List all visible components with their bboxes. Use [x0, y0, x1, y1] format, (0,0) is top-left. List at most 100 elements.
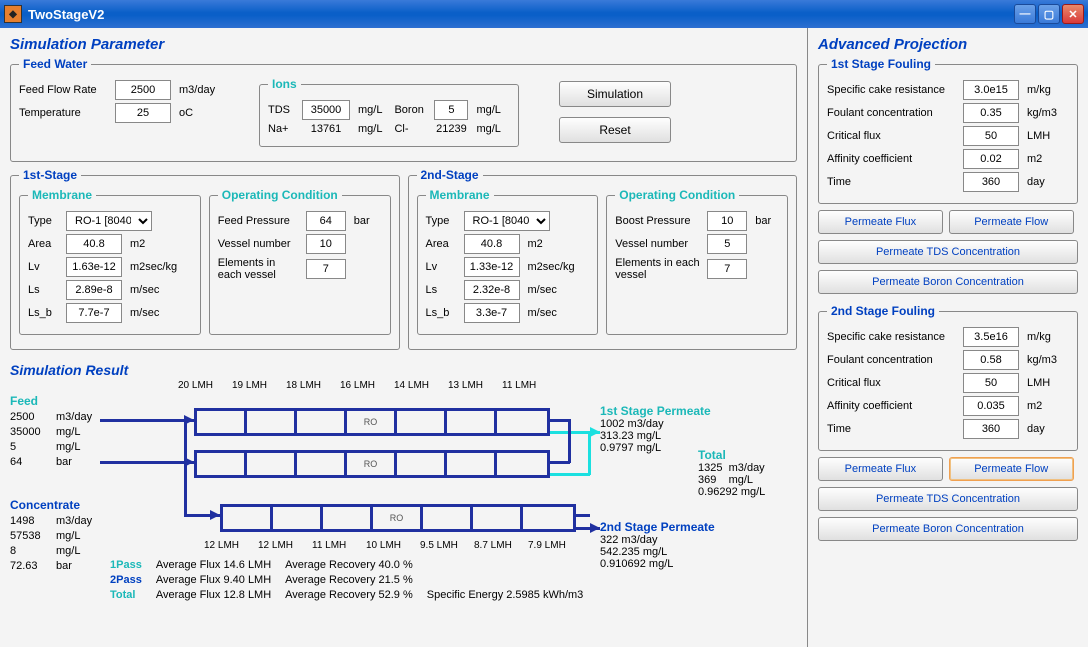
- s1-fp-input[interactable]: [306, 211, 346, 231]
- f2-perm-tds-button[interactable]: Permeate TDS Concentration: [818, 487, 1078, 511]
- vessel-row-3: RO: [220, 504, 576, 532]
- f1-cf-label: Critical flux: [827, 130, 957, 142]
- feed-flow-label: Feed Flow Rate: [19, 84, 109, 96]
- f2-scr-label: Specific cake resistance: [827, 331, 957, 343]
- s2-bp-input[interactable]: [707, 211, 747, 231]
- s2-vn-input[interactable]: [707, 234, 747, 254]
- close-button[interactable]: ✕: [1062, 4, 1084, 24]
- f1-ac-input[interactable]: [963, 149, 1019, 169]
- f1-cf-input[interactable]: [963, 126, 1019, 146]
- temperature-input[interactable]: [115, 103, 171, 123]
- cl-unit: mg/L: [476, 123, 500, 135]
- f1-ac-label: Affinity coefficient: [827, 153, 957, 165]
- f2-t-label: Time: [827, 423, 957, 435]
- boron-input[interactable]: [434, 100, 468, 120]
- right-panel: Advanced Projection 1st Stage Fouling Sp…: [808, 28, 1088, 647]
- s2-lv-unit: m2sec/kg: [528, 261, 575, 273]
- f2-perm-boron-button[interactable]: Permeate Boron Concentration: [818, 517, 1078, 541]
- f2-perm-flow-button[interactable]: Permeate Flow: [949, 457, 1074, 481]
- maximize-button[interactable]: ▢: [1038, 4, 1060, 24]
- f1-perm-flux-button[interactable]: Permeate Flux: [818, 210, 943, 234]
- f1-t-input[interactable]: [963, 172, 1019, 192]
- sim-param-heading: Simulation Parameter: [10, 36, 797, 53]
- f2-fc-input[interactable]: [963, 350, 1019, 370]
- simulation-button[interactable]: Simulation: [559, 81, 671, 107]
- f2-scr-input[interactable]: [963, 327, 1019, 347]
- foul2-group: 2nd Stage Fouling Specific cake resistan…: [818, 304, 1078, 451]
- feed-flow-unit: m3/day: [179, 84, 215, 96]
- s2-type-select[interactable]: RO-1 [8040]: [464, 211, 550, 231]
- boron-label: Boron: [394, 104, 428, 116]
- s2-area-label: Area: [426, 238, 458, 250]
- s1-ls-label: Ls: [28, 284, 60, 296]
- feed-water-legend: Feed Water: [19, 57, 91, 71]
- permeate2-block: 2nd Stage Permeate 322 m3/day 542.235 mg…: [600, 520, 715, 570]
- foul2-legend: 2nd Stage Fouling: [827, 304, 939, 318]
- boron-unit: mg/L: [476, 104, 500, 116]
- s1-vn-input[interactable]: [306, 234, 346, 254]
- result-area: Feed 2500m3/day 35000mg/L 5mg/L 64bar Co…: [10, 380, 797, 612]
- tds-input[interactable]: [302, 100, 350, 120]
- s1-area-label: Area: [28, 238, 60, 250]
- s2-bp-label: Boost Pressure: [615, 215, 701, 227]
- perm2-hdr: 2nd Stage Permeate: [600, 520, 715, 534]
- foul1-group: 1st Stage Fouling Specific cake resistan…: [818, 57, 1078, 204]
- summary-block: 1Pass 2Pass Total Average Flux 14.6 LMH …: [110, 558, 583, 603]
- reset-button[interactable]: Reset: [559, 117, 671, 143]
- cl-label: Cl-: [394, 123, 428, 135]
- s1-area-input[interactable]: [66, 234, 122, 254]
- f2-ac-input[interactable]: [963, 396, 1019, 416]
- lmh-row-1: 20 LMH19 LMH18 LMH16 LMH14 LMH13 LMH11 L…: [178, 380, 556, 391]
- temperature-label: Temperature: [19, 107, 109, 119]
- f2-fc-label: Foulant concentration: [827, 354, 957, 366]
- minimize-button[interactable]: —: [1014, 4, 1036, 24]
- s1-type-select[interactable]: RO-1 [8040]: [66, 211, 152, 231]
- f1-fc-label: Foulant concentration: [827, 107, 957, 119]
- s2-ls-unit: m/sec: [528, 284, 557, 296]
- f1-scr-label: Specific cake resistance: [827, 84, 957, 96]
- s1-lsb-input[interactable]: [66, 303, 122, 323]
- titlebar[interactable]: ◆ TwoStageV2 — ▢ ✕: [0, 0, 1088, 28]
- s1-ev-input[interactable]: [306, 259, 346, 279]
- f2-cf-input[interactable]: [963, 373, 1019, 393]
- s2-ev-input[interactable]: [707, 259, 747, 279]
- f1-perm-boron-button[interactable]: Permeate Boron Concentration: [818, 270, 1078, 294]
- ions-legend: Ions: [268, 77, 301, 91]
- tds-label: TDS: [268, 104, 296, 116]
- s1-lv-input[interactable]: [66, 257, 122, 277]
- f1-t-label: Time: [827, 176, 957, 188]
- feed-water-group: Feed Water Feed Flow Rate m3/day Tempera…: [10, 57, 797, 162]
- s1-ls-input[interactable]: [66, 280, 122, 300]
- f1-scr-input[interactable]: [963, 80, 1019, 100]
- s2-lsb-input[interactable]: [464, 303, 520, 323]
- f1-fc-input[interactable]: [963, 103, 1019, 123]
- foul1-legend: 1st Stage Fouling: [827, 57, 935, 71]
- na-unit: mg/L: [358, 123, 382, 135]
- cl-value: 21239: [434, 123, 468, 135]
- s2-area-input[interactable]: [464, 234, 520, 254]
- s2-ls-input[interactable]: [464, 280, 520, 300]
- stage1-legend: 1st-Stage: [19, 168, 81, 182]
- vessel-row-2: RO: [194, 450, 550, 478]
- ions-group: Ions TDS mg/L Boron mg/L Na+ 13761 mg/L …: [259, 77, 519, 147]
- perm1-hdr: 1st Stage Permeate: [600, 404, 711, 418]
- s2-lsb-label: Ls_b: [426, 307, 458, 319]
- s2-area-unit: m2: [528, 238, 543, 250]
- app-icon: ◆: [4, 5, 22, 23]
- s2-lsb-unit: m/sec: [528, 307, 557, 319]
- s2-bp-unit: bar: [755, 215, 771, 227]
- sim-result-heading: Simulation Result: [10, 362, 797, 378]
- s1-ls-unit: m/sec: [130, 284, 159, 296]
- s2-lv-input[interactable]: [464, 257, 520, 277]
- f1-perm-flow-button[interactable]: Permeate Flow: [949, 210, 1074, 234]
- left-panel: Simulation Parameter Feed Water Feed Flo…: [0, 28, 808, 647]
- feed-flow-input[interactable]: [115, 80, 171, 100]
- f1-perm-tds-button[interactable]: Permeate TDS Concentration: [818, 240, 1078, 264]
- stage2-opcond-legend: Operating Condition: [615, 188, 739, 202]
- f2-perm-flux-button[interactable]: Permeate Flux: [818, 457, 943, 481]
- f2-t-input[interactable]: [963, 419, 1019, 439]
- total-block: Total 1325 m3/day 369 mg/L 0.96292 mg/L: [698, 448, 765, 498]
- s1-type-label: Type: [28, 215, 60, 227]
- tds-unit: mg/L: [358, 104, 382, 116]
- s2-vn-label: Vessel number: [615, 238, 701, 250]
